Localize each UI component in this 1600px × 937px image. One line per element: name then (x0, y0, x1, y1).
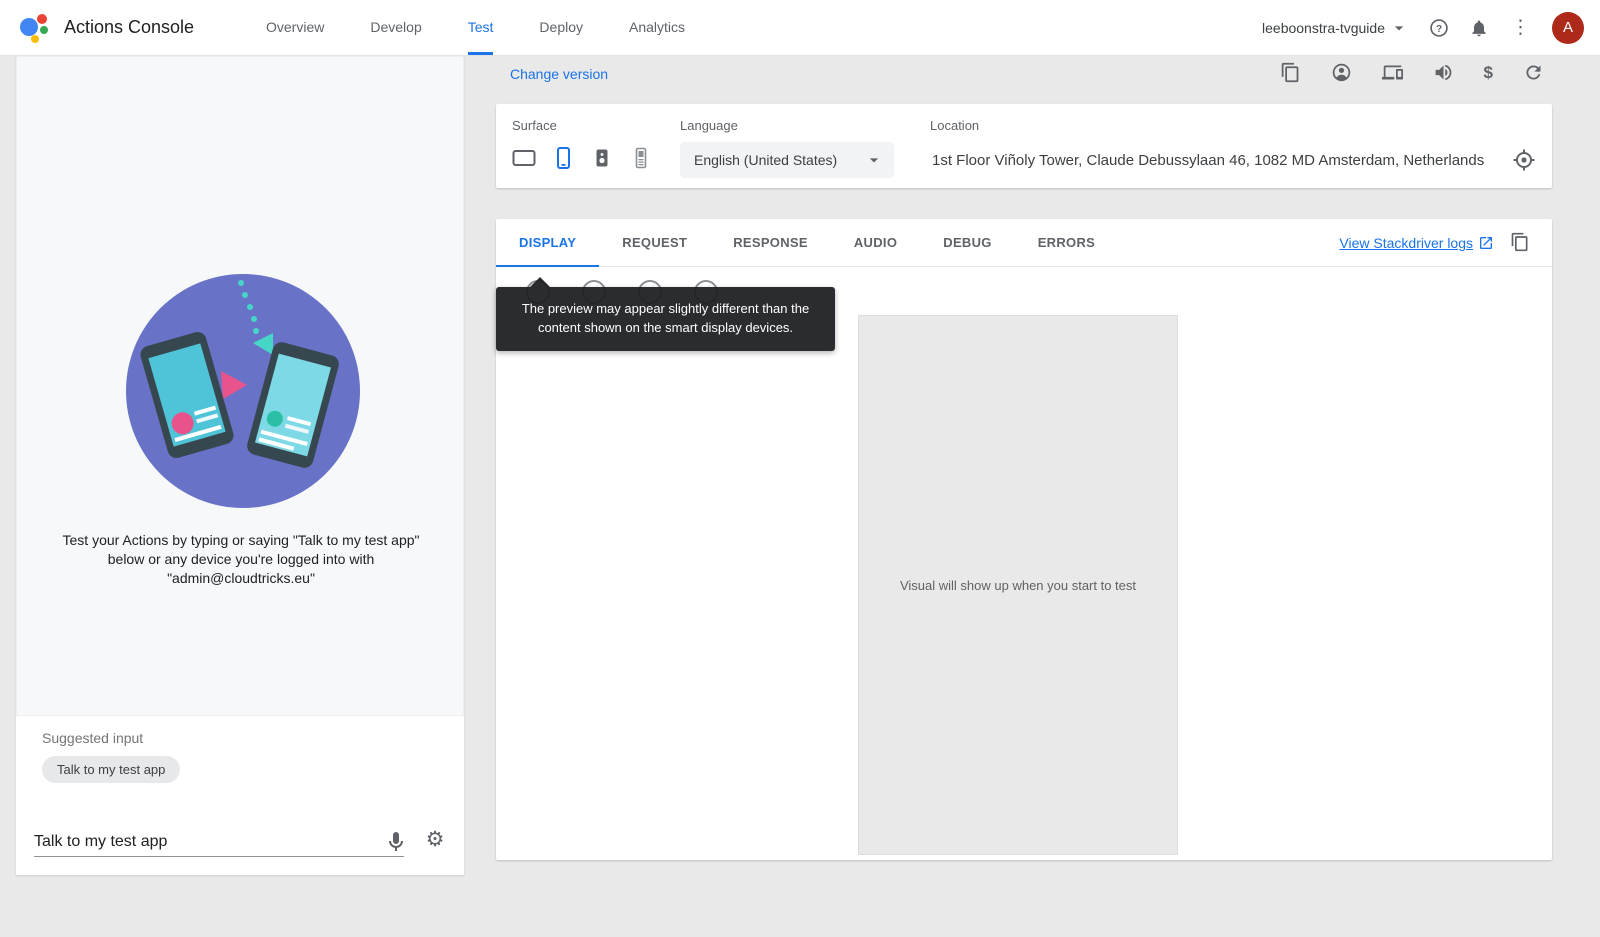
volume-icon[interactable] (1433, 62, 1454, 83)
nav-deploy[interactable]: Deploy (539, 0, 583, 55)
language-label: Language (680, 118, 738, 133)
assistant-logo-icon (16, 11, 50, 45)
smart-display-surface-icon[interactable] (512, 146, 536, 170)
top-app-bar: Actions Console Overview Develop Test De… (0, 0, 1600, 56)
feature-phone-surface-icon[interactable] (629, 146, 653, 170)
suggestion-chip[interactable]: Talk to my test app (42, 756, 180, 783)
tab-debug[interactable]: DEBUG (920, 219, 1014, 267)
project-selector[interactable]: leeboonstra-tvguide (1262, 18, 1409, 38)
copy-icon[interactable] (1280, 62, 1301, 83)
language-value: English (United States) (694, 152, 864, 168)
copy-output-icon[interactable] (1510, 232, 1530, 252)
microphone-icon[interactable] (384, 830, 408, 854)
header-actions: leeboonstra-tvguide ? ⋮ A (1262, 0, 1584, 55)
help-icon[interactable]: ? (1429, 18, 1449, 38)
chevron-down-icon (864, 150, 884, 170)
tab-errors[interactable]: ERRORS (1015, 219, 1118, 267)
tab-display[interactable]: DISPLAY (496, 219, 599, 267)
simulator-intro-text: Test your Actions by typing or saying "T… (47, 531, 435, 588)
stackdriver-logs-label: View Stackdriver logs (1339, 235, 1473, 251)
language-select[interactable]: English (United States) (680, 142, 894, 178)
settings-gear-icon[interactable]: ⚙ (422, 826, 448, 852)
billing-dollar-icon[interactable]: $ (1484, 62, 1493, 83)
svg-text:?: ? (1436, 23, 1442, 34)
tab-response[interactable]: RESPONSE (710, 219, 831, 267)
surface-label: Surface (512, 118, 557, 133)
nav-test[interactable]: Test (468, 0, 494, 55)
notifications-bell-icon[interactable] (1469, 18, 1489, 38)
suggested-input-label: Suggested input (42, 730, 143, 746)
chevron-down-icon (1389, 18, 1409, 38)
my-location-icon[interactable] (1512, 148, 1536, 172)
simulator-query-input[interactable] (34, 828, 404, 857)
preview-tooltip: The preview may appear slightly differen… (496, 287, 835, 351)
surface-selector (512, 146, 653, 170)
tooltip-arrow (530, 277, 550, 287)
project-name: leeboonstra-tvguide (1262, 20, 1385, 36)
nav-overview[interactable]: Overview (266, 0, 324, 55)
tab-audio[interactable]: AUDIO (831, 219, 920, 267)
location-field[interactable]: 1st Floor Viñoly Tower, Claude Debussyla… (932, 152, 1504, 169)
output-tabs-card: DISPLAY REQUEST RESPONSE AUDIO DEBUG ERR… (496, 219, 1552, 860)
nav-analytics[interactable]: Analytics (629, 0, 685, 55)
refresh-icon[interactable] (1523, 62, 1544, 83)
simulator-panel: Test your Actions by typing or saying "T… (16, 56, 464, 875)
open-in-new-icon (1478, 235, 1494, 251)
account-avatar[interactable]: A (1552, 12, 1584, 44)
output-tab-bar: DISPLAY REQUEST RESPONSE AUDIO DEBUG ERR… (496, 219, 1552, 267)
tab-request[interactable]: REQUEST (599, 219, 710, 267)
overflow-menu-icon[interactable]: ⋮ (1509, 16, 1532, 39)
main-nav: Overview Develop Test Deploy Analytics (266, 0, 685, 55)
phones-illustration (125, 273, 361, 509)
devices-icon[interactable] (1382, 62, 1403, 83)
surface-settings-card: Surface Language English (United States)… (496, 104, 1552, 188)
phone-surface-icon[interactable] (551, 146, 575, 170)
change-version-link[interactable]: Change version (510, 66, 608, 82)
simulator-toolbar: $ (1280, 62, 1544, 83)
location-label: Location (930, 118, 979, 133)
page-title: Actions Console (64, 0, 194, 55)
account-circle-icon[interactable] (1331, 62, 1352, 83)
preview-tooltip-text: The preview may appear slightly differen… (510, 300, 821, 338)
visual-preview-placeholder: Visual will show up when you start to te… (858, 315, 1178, 855)
visual-preview-placeholder-text: Visual will show up when you start to te… (900, 578, 1136, 593)
speaker-surface-icon[interactable] (590, 146, 614, 170)
simulator-welcome-area: Test your Actions by typing or saying "T… (16, 56, 464, 716)
nav-develop[interactable]: Develop (370, 0, 421, 55)
stackdriver-logs-link[interactable]: View Stackdriver logs (1339, 219, 1494, 267)
